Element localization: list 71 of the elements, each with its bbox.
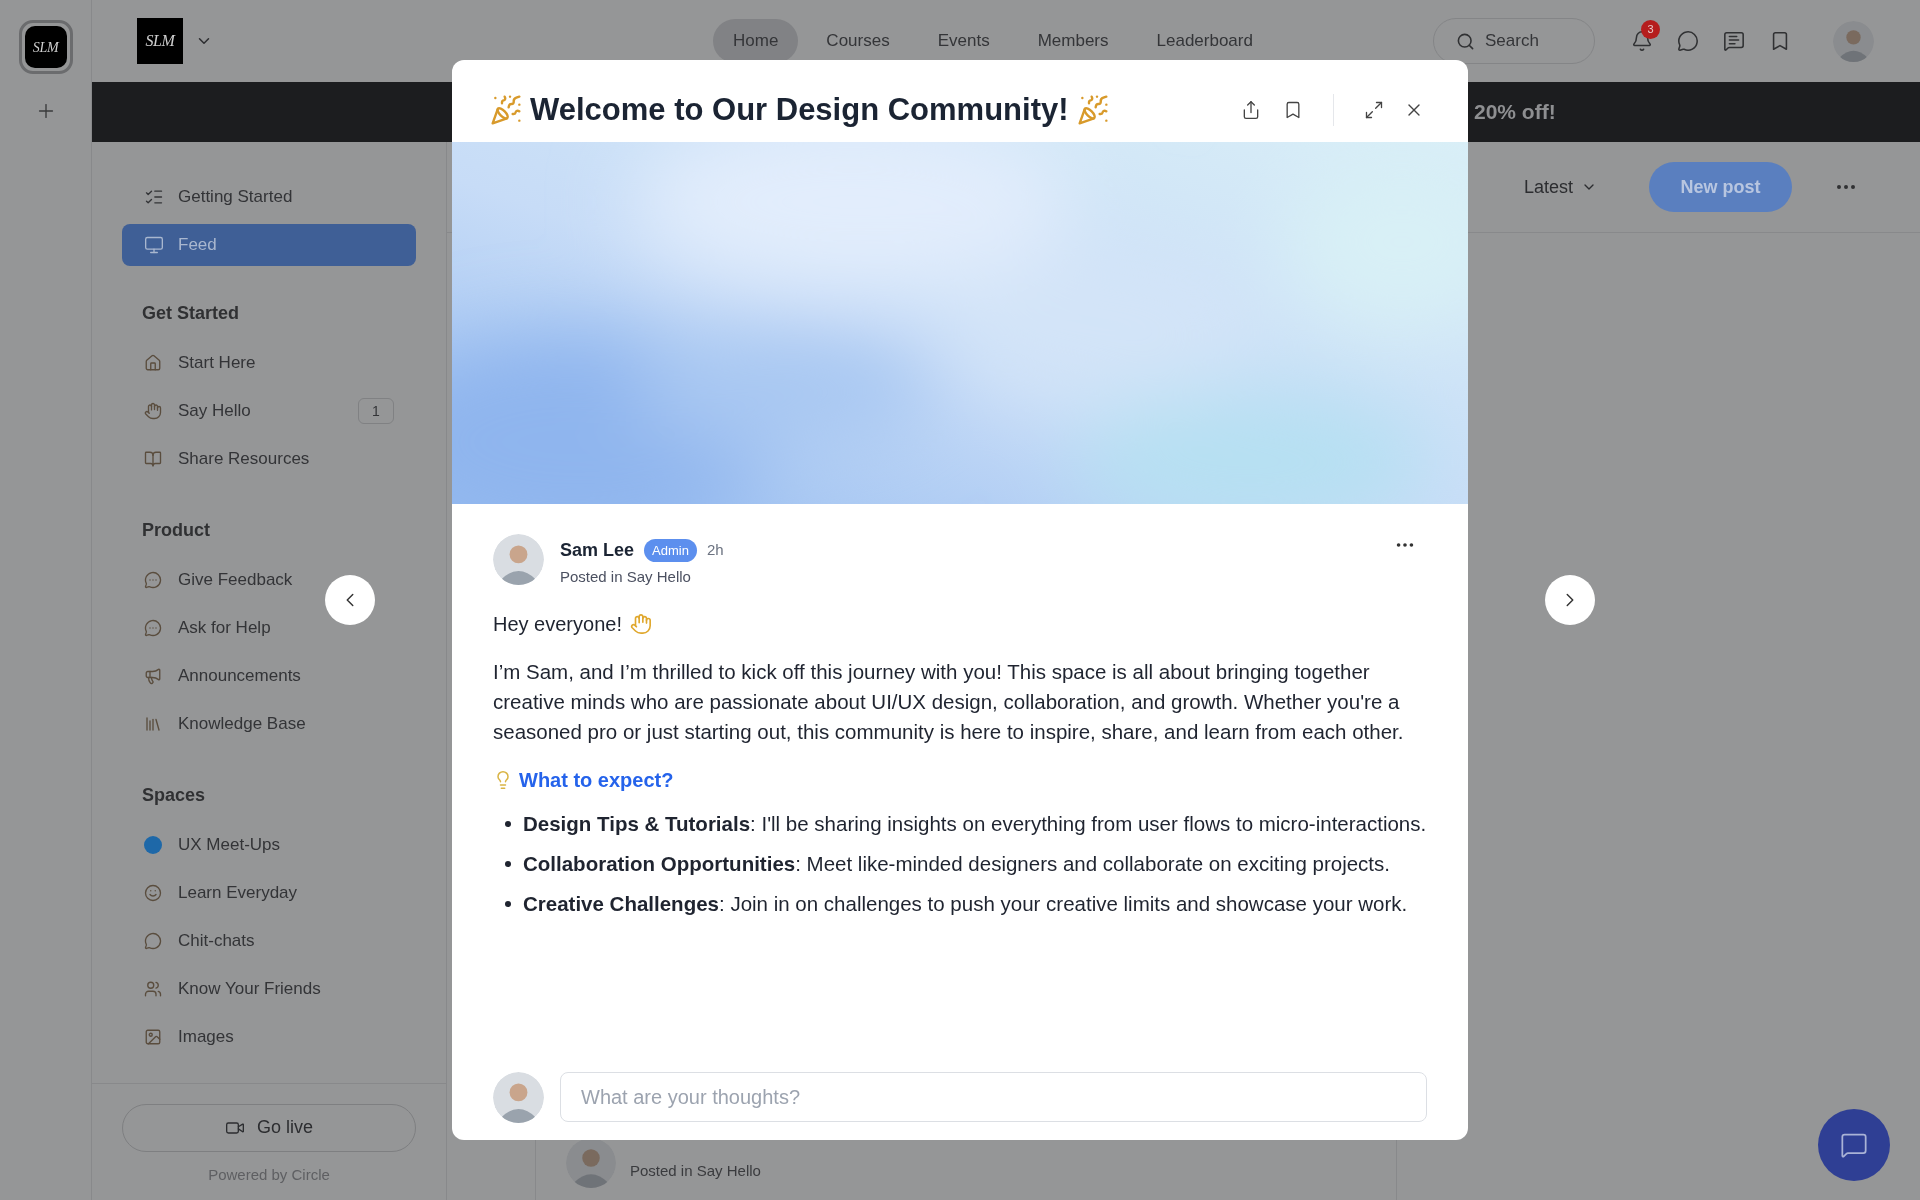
nav-tab[interactable]: Home [713,19,799,63]
sidebar-item[interactable]: Chit-chats [122,917,416,965]
search-icon [1456,31,1475,51]
waving-hand-icon [629,612,652,635]
megaphone-icon [144,667,162,685]
thought-bubble-icon [144,932,162,950]
nav-tab[interactable]: Events [917,19,1010,63]
avatar [1833,20,1874,62]
sort-dropdown[interactable]: Latest [1523,173,1597,201]
sidebar-item[interactable]: UX Meet-Ups [122,821,416,869]
avatar [493,1071,544,1123]
role-badge: Admin [644,539,697,562]
speech-bubble-icon [144,619,162,637]
nav-tab[interactable]: Members [1017,19,1129,63]
search-placeholder: Search [1485,30,1539,53]
sidebar-item[interactable]: Know Your Friends [122,965,416,1013]
house-icon [144,354,162,372]
modal-title: Welcome to Our Design Community! [490,86,1109,134]
author-name[interactable]: Sam Lee [560,537,635,564]
bullet-text: Creative Challenges: Join in on challenges to push your creative limits and showcase your work. [523,891,1408,915]
sidebar-item[interactable]: Images [122,1013,416,1061]
speech-bubble-icon [144,571,162,589]
waving-hand-icon [144,402,162,420]
sidebar-item[interactable]: Give Feedback [122,556,416,604]
people-icon [144,980,162,998]
unread-count: 1 [358,398,394,424]
sidebar-item[interactable]: Getting Started [122,176,416,218]
sidebar-item[interactable]: Feed [122,224,416,266]
greeting-text: Hey everyone! [493,611,622,637]
share-icon[interactable] [1241,100,1261,120]
new-post-button[interactable]: New post [1649,162,1792,212]
post-meta: Posted in Say Hello [630,1160,761,1181]
sidebar-item[interactable]: Share Resources [122,435,416,483]
party-popper-icon [1076,94,1109,126]
section-heading: What to expect? [519,767,674,793]
sidebar-item[interactable]: Ask for Help [122,604,416,652]
book-icon [144,450,162,468]
section-heading: Spaces [141,784,207,807]
logo[interactable]: SLM [137,18,183,64]
bullet-text: Design Tips & Tutorials: I'll be sharing insights on everything from user flows to micro-interactions. [523,811,1427,835]
books-icon [144,715,162,733]
logo[interactable]: SLM [24,26,67,68]
post-time: 2h [706,540,724,561]
avatar [493,534,544,585]
section-heading: Product [141,519,211,542]
previous-button[interactable] [325,575,375,625]
monitor-icon [144,235,164,255]
post-meta: Posted in Say Hello [560,567,692,587]
sidebar-item[interactable]: Learn Everyday [122,869,416,917]
chat-icon [1840,1131,1868,1159]
comment-field[interactable]: What are your thoughts? [560,1072,1427,1122]
bullet-text: Collaboration Opportunities: Meet like-minded designers and collaborate on exciting projects. [523,851,1390,875]
sidebar-item[interactable]: Say Hello 1 [122,387,416,435]
sidebar-item[interactable]: Knowledge Base [122,700,416,748]
party-popper-icon [490,94,522,126]
image-icon [144,1028,162,1046]
chat-icon[interactable] [1677,30,1699,52]
nav-tab[interactable]: Courses [806,19,910,63]
expand-icon[interactable] [1364,100,1384,120]
sidebar-item[interactable]: Start Here [122,339,416,387]
section-heading: Get Started [141,302,241,325]
checklist-icon [144,187,164,207]
notification-count: 3 [1641,20,1660,39]
next-button[interactable] [1545,575,1595,625]
sidebar-item[interactable]: Announcements [122,652,416,700]
face-icon [144,884,162,902]
nav-tab[interactable]: Leaderboard [1136,19,1273,63]
messages-icon[interactable] [1723,30,1745,52]
avatar [566,1138,616,1188]
post-paragraph: I’m Sam, and I’m thrilled to kick off this journey with you! This space is all about bringing together creative minds who are passionate about UI/UX design, collaboration, and growth. Whether you're a seasoned pro or just starting out, this community is here to inspire, share, and learn from each other. [493,658,1405,745]
banner-text: 20% off! [1474,99,1556,126]
